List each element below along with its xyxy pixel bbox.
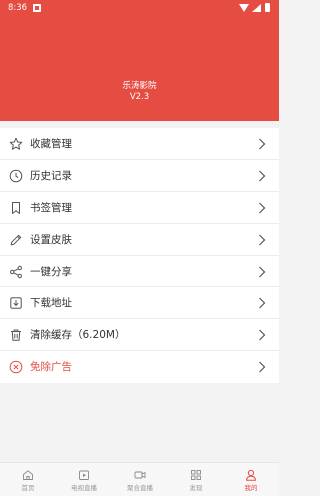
menu-item-label: 一键分享: [30, 265, 72, 278]
menu-item-history[interactable]: 历史记录: [0, 160, 279, 192]
tab-label: 我的: [244, 484, 258, 492]
menu-item-label: 设置皮肤: [30, 233, 72, 246]
tab-home[interactable]: 首页: [0, 463, 56, 496]
tab-tv-live[interactable]: 电视直播: [56, 463, 112, 496]
app-brand: 乐涛影院 V2.3: [0, 81, 279, 103]
trash-icon: [11, 329, 21, 342]
chevron-right-icon: [259, 361, 266, 373]
chevron-right-icon: [259, 170, 266, 182]
menu-item-label: 历史记录: [30, 169, 72, 182]
app-version: V2.3: [129, 92, 150, 102]
wifi-icon: [239, 4, 249, 12]
close-circle-icon: [9, 360, 23, 374]
tab-label: 首页: [21, 484, 35, 492]
menu-item-download[interactable]: 下载地址: [0, 287, 279, 320]
chevron-right-icon: [259, 234, 266, 246]
tv-icon: [79, 470, 89, 480]
video-camera-icon: [134, 471, 146, 479]
tab-discover[interactable]: 发现: [168, 463, 224, 496]
profile-header: 8:36 乐涛影院 V2.3: [0, 0, 279, 121]
menu-item-clear-cache[interactable]: 清除缓存（6.20M）: [0, 319, 279, 352]
menu-item-label: 免除广告: [30, 361, 72, 374]
menu-item-favorites[interactable]: 收藏管理: [0, 128, 279, 160]
menu-item-share[interactable]: 一键分享: [0, 256, 279, 288]
menu-item-label: 收藏管理: [30, 138, 72, 150]
status-time: 8:36: [8, 3, 28, 13]
tab-label: 电视直播: [71, 484, 97, 492]
menu-item-skin[interactable]: 设置皮肤: [0, 224, 279, 256]
menu-item-bookmarks[interactable]: 书签管理: [0, 192, 279, 224]
pencil-icon: [10, 234, 22, 245]
download-icon: [10, 297, 22, 310]
home-icon: [23, 470, 33, 480]
menu-item-label: 书签管理: [30, 201, 72, 214]
menu-item-remove-ads[interactable]: 免除广告: [0, 351, 279, 383]
tab-aggregate-live[interactable]: 聚合直播: [112, 463, 168, 496]
star-icon: [9, 137, 23, 150]
bookmark-icon: [12, 201, 20, 214]
signal-icon: [252, 4, 261, 12]
chevron-right-icon: [259, 138, 266, 150]
chevron-right-icon: [259, 266, 266, 277]
settings-menu: 收藏管理 历史记录 书签管理 设置皮肤 一键分享 下载地址 清除缓存（6.20M…: [0, 128, 279, 384]
bottom-tab-bar: 首页 电视直播 聚合直播 发现 我的: [0, 462, 279, 496]
menu-item-label: 下载地址: [30, 297, 72, 310]
chevron-right-icon: [259, 202, 266, 214]
grid-icon: [191, 470, 201, 480]
status-bar: 8:36: [0, 0, 279, 16]
chevron-right-icon: [259, 298, 266, 309]
notification-icon: [33, 4, 41, 12]
menu-item-label: 清除缓存（6.20M）: [30, 329, 126, 342]
person-icon: [246, 469, 256, 481]
tab-mine[interactable]: 我的: [223, 463, 279, 496]
clock-icon: [9, 169, 23, 183]
battery-icon: [265, 3, 270, 12]
app-name: 乐涛影院: [122, 81, 157, 91]
tab-label: 发现: [189, 484, 203, 492]
chevron-right-icon: [259, 329, 266, 341]
tab-label: 聚合直播: [127, 484, 153, 492]
share-icon: [10, 265, 23, 278]
